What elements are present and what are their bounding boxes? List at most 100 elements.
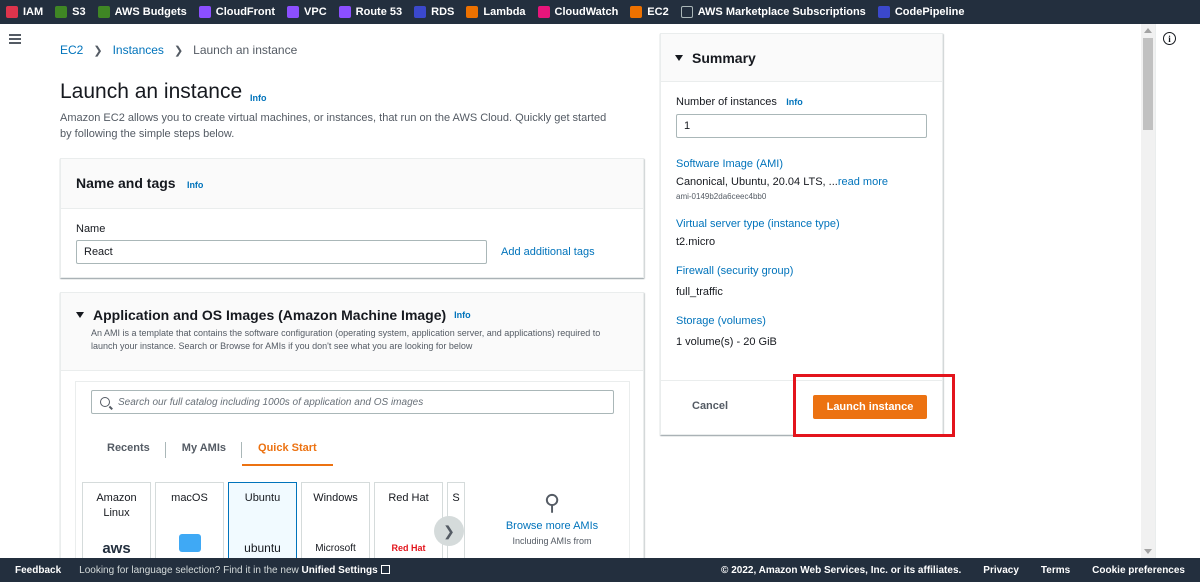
os-name: Amazon Linux bbox=[96, 492, 137, 519]
add-tags-link[interactable]: Add additional tags bbox=[501, 246, 595, 258]
scroll-up-icon[interactable] bbox=[1144, 28, 1152, 33]
cancel-button[interactable]: Cancel bbox=[692, 400, 728, 412]
budgets-icon bbox=[97, 6, 110, 18]
instance-type-link[interactable]: Virtual server type (instance type) bbox=[676, 218, 928, 230]
breadcrumb: EC2 ❯ Instances ❯ Launch an instance bbox=[60, 43, 297, 57]
instances-info-link[interactable]: Info bbox=[786, 97, 803, 107]
page-info-link[interactable]: Info bbox=[250, 93, 267, 103]
s3-icon bbox=[55, 6, 68, 18]
os-card-red-hat[interactable]: Red Hat Red Hat bbox=[374, 482, 443, 560]
ami-catalog: Search our full catalog including 1000s … bbox=[75, 381, 630, 582]
firewall-link[interactable]: Firewall (security group) bbox=[676, 265, 928, 277]
os-card-amazon-linux[interactable]: Amazon Linux aws bbox=[82, 482, 151, 560]
favorite-cloudwatch[interactable]: CloudWatch bbox=[537, 6, 618, 18]
lambda-icon bbox=[466, 6, 479, 18]
page-title: Launch an instance bbox=[60, 80, 243, 103]
os-name: Red Hat bbox=[388, 492, 429, 504]
browse-amis-subtext: Including AMIs from bbox=[512, 536, 592, 546]
ami-info-link[interactable]: Info bbox=[454, 310, 471, 320]
ami-description: An AMI is a template that contains the s… bbox=[91, 328, 601, 351]
os-card-windows[interactable]: Windows Microsoft bbox=[301, 482, 370, 560]
services-favorites-bar: IAM S3 AWS Budgets CloudFront VPC Route … bbox=[0, 0, 1200, 24]
language-hint: Looking for language selection? Find it … bbox=[79, 564, 390, 576]
red-hat-logo: Red Hat bbox=[391, 543, 426, 553]
aws-logo: aws bbox=[102, 540, 131, 557]
os-card-ubuntu[interactable]: Ubuntu ubuntu bbox=[228, 482, 297, 560]
finder-icon bbox=[156, 534, 223, 556]
read-more-link[interactable]: read more bbox=[838, 176, 888, 188]
name-tags-title: Name and tags bbox=[76, 175, 176, 191]
favorite-iam[interactable]: IAM bbox=[6, 6, 43, 18]
copyright: © 2022, Amazon Web Services, Inc. or its… bbox=[721, 564, 962, 576]
marketplace-icon bbox=[680, 6, 693, 18]
browse-amis-link[interactable]: Browse more AMIs bbox=[492, 520, 612, 532]
firewall-value: full_traffic bbox=[676, 286, 723, 298]
favorite-vpc[interactable]: VPC bbox=[287, 6, 327, 18]
unified-settings-link[interactable]: Unified Settings bbox=[302, 565, 378, 576]
name-tags-panel: Name and tags Info Name React Add additi… bbox=[60, 158, 644, 278]
vpc-icon bbox=[287, 6, 300, 18]
os-name: S bbox=[452, 492, 460, 504]
chevron-right-icon: ❯ bbox=[93, 44, 103, 57]
tab-recents[interactable]: Recents bbox=[91, 436, 166, 466]
instance-type-value: t2.micro bbox=[676, 236, 716, 248]
favorite-route53[interactable]: Route 53 bbox=[338, 6, 402, 18]
favorite-marketplace[interactable]: AWS Marketplace Subscriptions bbox=[680, 6, 866, 18]
summary-header: Summary bbox=[661, 34, 942, 82]
rds-icon bbox=[414, 6, 427, 18]
ami-id: ami-0149b2da6ceec4bb0 bbox=[676, 192, 767, 201]
name-tags-header: Name and tags Info bbox=[61, 159, 643, 209]
iam-icon bbox=[6, 6, 18, 18]
name-tags-info-link[interactable]: Info bbox=[187, 180, 204, 190]
storage-link[interactable]: Storage (volumes) bbox=[676, 315, 928, 327]
ami-search-input[interactable]: Search our full catalog including 1000s … bbox=[91, 390, 614, 414]
cookie-preferences-link[interactable]: Cookie preferences bbox=[1092, 565, 1185, 576]
tab-my-amis[interactable]: My AMIs bbox=[166, 436, 243, 466]
privacy-link[interactable]: Privacy bbox=[983, 565, 1019, 576]
search-icon: ⚲ bbox=[543, 490, 561, 515]
terms-link[interactable]: Terms bbox=[1041, 565, 1070, 576]
feedback-link[interactable]: Feedback bbox=[15, 565, 61, 576]
chevron-right-icon[interactable]: ❯ bbox=[434, 516, 464, 546]
favorite-budgets[interactable]: AWS Budgets bbox=[97, 6, 187, 18]
cloudfront-icon bbox=[198, 6, 211, 18]
scrollbar[interactable] bbox=[1141, 24, 1155, 558]
instances-input[interactable]: 1 bbox=[676, 114, 927, 138]
external-link-icon bbox=[380, 564, 390, 574]
os-name: Windows bbox=[313, 492, 358, 504]
ami-panel: Application and OS Images (Amazon Machin… bbox=[60, 292, 644, 582]
os-card-macos[interactable]: macOS bbox=[155, 482, 224, 560]
ami-tabs: Recents My AMIs Quick Start bbox=[91, 436, 333, 466]
breadcrumb-instances[interactable]: Instances bbox=[113, 43, 164, 57]
ubuntu-logo: ubuntu bbox=[244, 541, 281, 555]
footer-right: © 2022, Amazon Web Services, Inc. or its… bbox=[699, 558, 1185, 582]
favorite-cloudfront[interactable]: CloudFront bbox=[198, 6, 275, 18]
search-icon bbox=[100, 397, 110, 407]
favorite-s3[interactable]: S3 bbox=[55, 6, 86, 18]
summary-title: Summary bbox=[692, 49, 756, 66]
name-input[interactable]: React bbox=[76, 240, 487, 264]
caret-down-icon[interactable] bbox=[76, 312, 84, 318]
menu-icon[interactable] bbox=[9, 34, 21, 44]
ec2-icon bbox=[630, 6, 643, 18]
scroll-down-icon[interactable] bbox=[1144, 549, 1152, 554]
help-rail bbox=[1155, 24, 1200, 558]
name-label: Name bbox=[76, 223, 106, 235]
ami-header: Application and OS Images (Amazon Machin… bbox=[61, 293, 643, 371]
ami-summary-link[interactable]: Software Image (AMI) bbox=[676, 158, 928, 170]
favorite-lambda[interactable]: Lambda bbox=[466, 6, 526, 18]
favorite-ec2[interactable]: EC2 bbox=[630, 6, 669, 18]
ami-summary-value: Canonical, Ubuntu, 20.04 LTS, ...read mo… bbox=[676, 176, 888, 188]
favorite-rds[interactable]: RDS bbox=[414, 6, 454, 18]
highlight-box bbox=[793, 374, 955, 437]
codepipeline-icon bbox=[877, 6, 890, 18]
browse-amis: ⚲ Browse more AMIs Including AMIs from bbox=[492, 482, 612, 546]
caret-down-icon[interactable] bbox=[675, 54, 683, 61]
tab-quick-start[interactable]: Quick Start bbox=[242, 436, 333, 466]
favorite-codepipeline[interactable]: CodePipeline bbox=[877, 6, 965, 18]
breadcrumb-current: Launch an instance bbox=[193, 43, 298, 57]
scroll-thumb[interactable] bbox=[1143, 38, 1153, 130]
chevron-right-icon: ❯ bbox=[173, 44, 184, 57]
breadcrumb-ec2[interactable]: EC2 bbox=[60, 43, 83, 57]
info-icon[interactable]: i bbox=[1163, 32, 1176, 45]
